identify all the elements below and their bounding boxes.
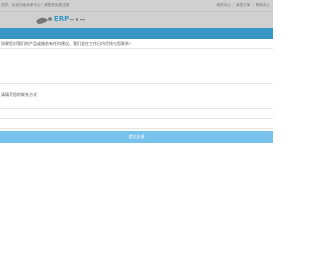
logo-text: ERP	[54, 15, 69, 23]
top-link-separator: |	[252, 3, 254, 7]
site-header: ERP	[0, 12, 273, 28]
welcome-text: 您好，欢迎光临卖家中心！请登录免费注册	[1, 3, 70, 7]
submit-button[interactable]: 提交反馈	[0, 131, 273, 143]
contact-field-phone[interactable]	[0, 109, 273, 119]
contact-label: 请填写您的联系方式	[1, 92, 37, 97]
top-link-orders[interactable]: 我的订单	[236, 3, 250, 8]
contact-field-name[interactable]	[0, 99, 273, 109]
feedback-textarea[interactable]	[0, 48, 273, 84]
nav-band	[0, 28, 273, 39]
site-logo-icon[interactable]: ERP	[34, 12, 114, 28]
top-link-help[interactable]: 帮助中心	[256, 3, 270, 8]
top-link-center[interactable]: 我的中心	[216, 3, 230, 8]
top-link-separator: |	[232, 3, 235, 7]
top-links: 我的中心 | 我的订单 | 帮助中心	[216, 3, 270, 8]
form-intro: 如果您对我们的产品或服务有任何建议，我们会在工作日内尽快与您联系！	[1, 41, 133, 46]
contact-field-email[interactable]	[0, 119, 273, 129]
top-bar: 您好，欢迎光临卖家中心！请登录免费注册 我的中心 | 我的订单 | 帮助中心	[0, 0, 273, 12]
